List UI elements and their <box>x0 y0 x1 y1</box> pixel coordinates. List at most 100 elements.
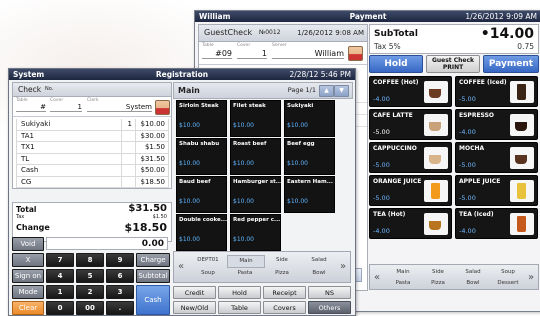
hot-coffee-icon <box>424 81 448 103</box>
product-button[interactable]: TEA (Iced) -4.00 <box>455 208 538 239</box>
menu-item-tile[interactable]: Red pepper c... $10.00 <box>230 214 281 251</box>
product-name: APPLE JUICE <box>459 178 501 185</box>
category-soup[interactable]: Soup <box>491 267 525 278</box>
category-bowl[interactable]: Bowl <box>456 278 490 289</box>
category-pasta[interactable]: Pasta <box>386 278 420 289</box>
product-price-value: 4.00 <box>461 128 476 136</box>
product-price: -5.00 <box>373 194 390 202</box>
apple-juice-icon <box>510 180 534 202</box>
menu-item-name: Beef egg <box>287 141 315 147</box>
new-old-button[interactable]: New/Old <box>173 301 216 314</box>
product-button[interactable]: APPLE JUICE -5.00 <box>455 175 538 206</box>
category-dessert[interactable]: Dessert <box>491 278 525 289</box>
mode-button[interactable]: Mode <box>12 285 44 299</box>
menu-item-tile[interactable]: Filet steak $10.00 <box>230 100 281 137</box>
charge-button[interactable]: Charge <box>136 253 170 267</box>
menu-item-price: $10.00 <box>233 122 254 129</box>
cat-main[interactable]: Main <box>227 255 265 268</box>
product-button[interactable]: CAPPUCCINO -5.00 <box>369 142 452 173</box>
cat-bowl[interactable]: Bowl <box>301 268 337 279</box>
clerk-value: System <box>87 103 152 112</box>
clear-button[interactable]: Clear <box>12 301 44 315</box>
ns-button[interactable]: NS <box>308 286 351 299</box>
product-name: CAPPUCCINO <box>373 145 417 152</box>
product-button[interactable]: ORANGE JUICE -5.00 <box>369 175 452 206</box>
table-row[interactable]: CG $18.50 <box>16 176 169 188</box>
cat-side[interactable]: Side <box>264 255 300 266</box>
guest-check-print-button[interactable]: Guest Check PRINT <box>426 55 480 73</box>
cash-button[interactable]: Cash <box>136 285 170 315</box>
item-name: Sukiyaki <box>16 119 122 131</box>
receipt-button[interactable]: Receipt <box>263 286 306 299</box>
category-pizza[interactable]: Pizza <box>421 278 455 289</box>
product-button[interactable]: ESPRESSO -4.00 <box>455 109 538 140</box>
sign-on-button[interactable]: Sign on <box>12 269 44 283</box>
category-main[interactable]: Main <box>386 267 420 278</box>
dept-button[interactable]: DEPT01 <box>190 255 226 266</box>
guest-check-number: №0012 <box>259 29 281 36</box>
hold-button[interactable]: Hold <box>369 55 423 73</box>
covers-button[interactable]: Covers <box>263 301 306 314</box>
category-prev-icon[interactable]: « <box>372 269 382 287</box>
hold-button[interactable]: Hold <box>218 286 261 299</box>
department-prev-icon[interactable]: « <box>176 258 186 276</box>
page-up-icon[interactable]: ▲ <box>319 85 334 97</box>
menu-item-tile[interactable]: Baud beef $10.00 <box>176 176 227 213</box>
others-button[interactable]: Others <box>308 301 351 314</box>
key-6[interactable]: 6 <box>106 269 134 283</box>
key-4[interactable]: 4 <box>46 269 74 283</box>
menu-item-tile[interactable]: Beef egg $10.00 <box>284 138 335 175</box>
iced-tea-icon <box>510 213 534 235</box>
item-qty <box>121 153 136 165</box>
key-dot[interactable]: . <box>106 301 134 315</box>
change-label: Change <box>16 223 50 232</box>
espresso-icon <box>510 114 534 136</box>
product-button[interactable]: TEA (Hot) -4.00 <box>369 208 452 239</box>
payment-title-datetime: 1/26/2012 9:09 AM <box>465 12 537 21</box>
menu-item-name: Baud beef <box>179 179 211 185</box>
table-row[interactable]: TX1 $1.50 <box>16 141 169 154</box>
menu-item-tile[interactable]: Sirloin Steak $10.00 <box>176 100 227 137</box>
tax-value: $1.50 <box>152 214 167 220</box>
category-next-icon[interactable]: » <box>526 269 536 287</box>
subtotal-button[interactable]: Subtotal <box>136 269 170 283</box>
key-9[interactable]: 9 <box>106 253 134 267</box>
credit-button[interactable]: Credit <box>173 286 216 299</box>
key-3[interactable]: 3 <box>106 285 134 299</box>
menu-item-tile[interactable]: Double cooke... $10.00 <box>176 214 227 251</box>
page-down-icon[interactable]: ▼ <box>334 85 349 97</box>
table-row[interactable]: TA1 $30.00 <box>16 130 169 142</box>
product-button[interactable]: COFFEE (Iced) -5.00 <box>455 76 538 107</box>
menu-item-tile[interactable]: Roast beef $10.00 <box>230 138 281 175</box>
key-1[interactable]: 1 <box>46 285 74 299</box>
menu-item-tile[interactable]: Shabu shabu $10.00 <box>176 138 227 175</box>
key-7[interactable]: 7 <box>46 253 74 267</box>
table-row[interactable]: Sukiyaki 1 $10.00 <box>16 119 169 131</box>
cat-soup[interactable]: Soup <box>190 268 226 279</box>
key-2[interactable]: 2 <box>76 285 104 299</box>
table-row[interactable]: Cash $50.00 <box>16 164 169 177</box>
cover-value: 1 <box>237 49 267 59</box>
menu-item-tile[interactable]: Eastern Ham... $10.00 <box>284 176 335 213</box>
key-5[interactable]: 5 <box>76 269 104 283</box>
table-row[interactable]: TL $31.50 <box>16 153 169 165</box>
cat-pizza[interactable]: Pizza <box>264 268 300 279</box>
key-0[interactable]: 0 <box>46 301 74 315</box>
latte-icon <box>424 114 448 136</box>
product-button[interactable]: MOCHA -5.00 <box>455 142 538 173</box>
department-next-icon[interactable]: » <box>338 258 348 276</box>
table-button[interactable]: Table <box>218 301 261 314</box>
cat-salad[interactable]: Salad <box>301 255 337 266</box>
menu-item-tile[interactable]: Sukiyaki $10.00 <box>284 100 335 137</box>
payment-button[interactable]: Payment <box>483 55 539 73</box>
key-00[interactable]: 00 <box>76 301 104 315</box>
menu-item-tile[interactable]: Hamburger st... $10.00 <box>230 176 281 213</box>
product-button[interactable]: COFFEE (Hot) -4.00 <box>369 76 452 107</box>
cat-pasta[interactable]: Pasta <box>227 268 263 279</box>
category-salad[interactable]: Salad <box>456 267 490 278</box>
key-8[interactable]: 8 <box>76 253 104 267</box>
product-button[interactable]: CAFE LATTE -5.00 <box>369 109 452 140</box>
category-side[interactable]: Side <box>421 267 455 278</box>
x-button[interactable]: X <box>12 253 44 267</box>
void-button[interactable]: Void <box>12 237 44 251</box>
